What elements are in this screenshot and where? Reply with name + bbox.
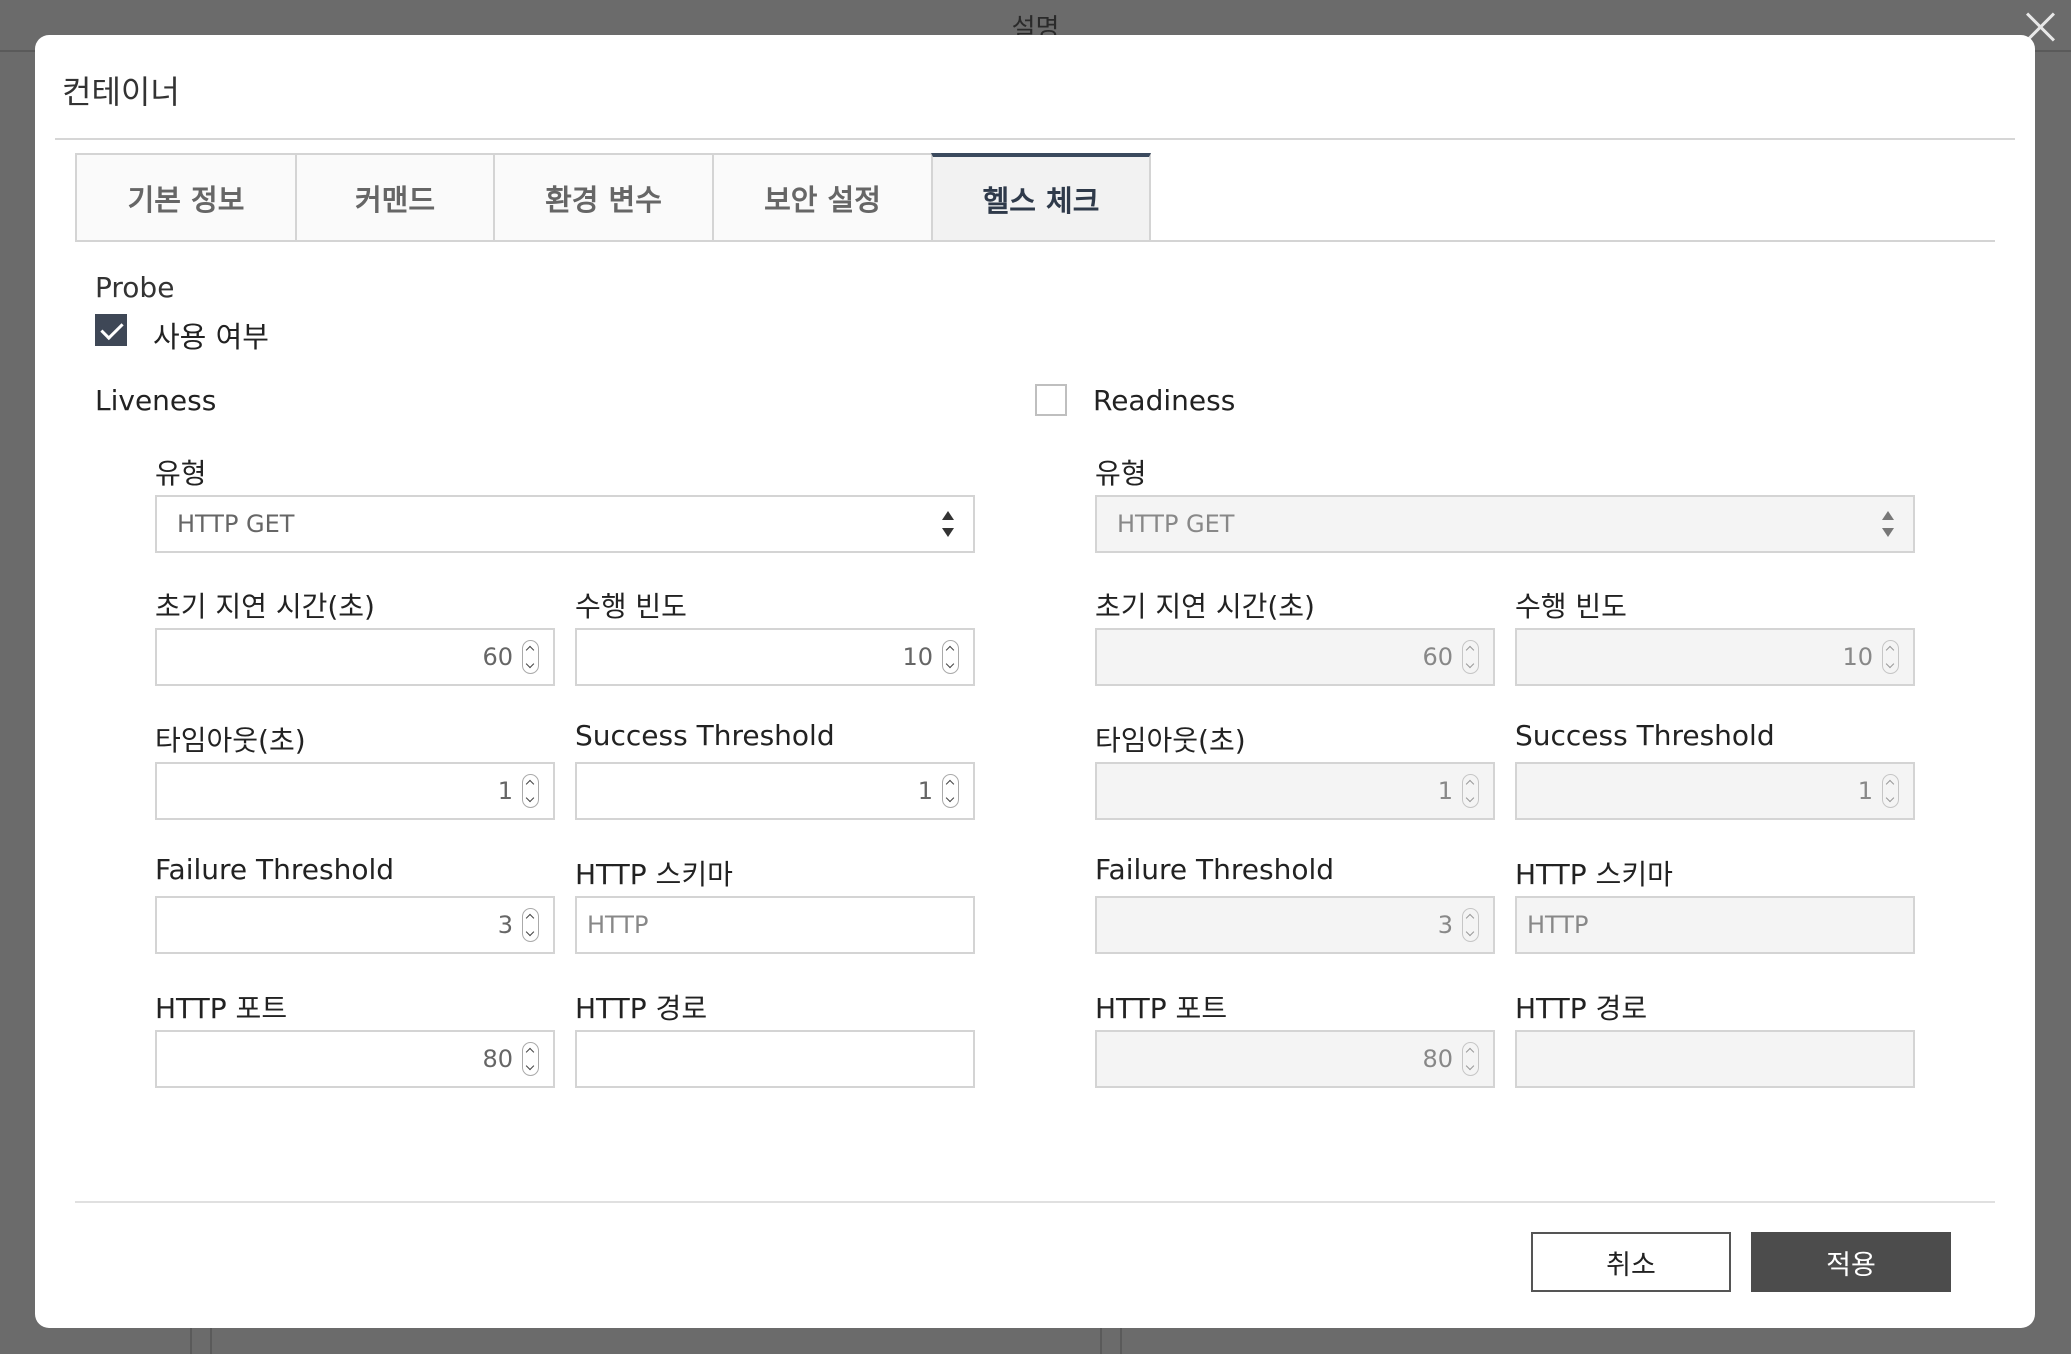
liveness-initial-delay-value: 60 bbox=[482, 643, 513, 671]
liveness-path-label: HTTP 경로 bbox=[575, 992, 708, 1025]
probe-label: Probe bbox=[95, 271, 175, 304]
readiness-path-input bbox=[1515, 1030, 1915, 1088]
liveness-timeout-label: 타임아웃(초) bbox=[155, 724, 306, 757]
readiness-initial-delay-label: 초기 지연 시간(초) bbox=[1095, 590, 1315, 623]
spinner-icon bbox=[1882, 774, 1899, 808]
tab-divider bbox=[75, 240, 1995, 242]
spinner-icon bbox=[1462, 1042, 1479, 1076]
liveness-success-input[interactable]: 1 bbox=[575, 762, 975, 820]
readiness-success-label: Success Threshold bbox=[1515, 719, 1775, 752]
tab-command[interactable]: 커맨드 bbox=[295, 153, 493, 242]
spinner-icon bbox=[1882, 640, 1899, 674]
dialog-title: 컨테이너 bbox=[62, 73, 180, 111]
readiness-scheme-input: HTTP bbox=[1515, 896, 1915, 954]
liveness-label: Liveness bbox=[95, 384, 217, 417]
readiness-label: Readiness bbox=[1093, 384, 1236, 417]
liveness-scheme-label: HTTP 스키마 bbox=[575, 858, 733, 891]
liveness-initial-delay-input[interactable]: 60 bbox=[155, 628, 555, 686]
spinner-icon[interactable] bbox=[522, 640, 539, 674]
spinner-icon bbox=[1462, 774, 1479, 808]
tab-env-vars[interactable]: 환경 변수 bbox=[493, 153, 712, 242]
probe-enable-label: 사용 여부 bbox=[153, 320, 269, 354]
liveness-failure-value: 3 bbox=[497, 911, 513, 939]
liveness-type-value: HTTP GET bbox=[177, 510, 295, 538]
liveness-port-input[interactable]: 80 bbox=[155, 1030, 555, 1088]
liveness-port-value: 80 bbox=[482, 1045, 513, 1073]
background-divider bbox=[2035, 50, 2071, 52]
readiness-type-select: HTTP GET bbox=[1095, 495, 1915, 553]
spinner-icon[interactable] bbox=[522, 908, 539, 942]
readiness-scheme-label: HTTP 스키마 bbox=[1515, 858, 1673, 891]
readiness-period-value: 10 bbox=[1842, 643, 1873, 671]
readiness-path-label: HTTP 경로 bbox=[1515, 992, 1648, 1025]
liveness-timeout-value: 1 bbox=[497, 777, 513, 805]
readiness-timeout-value: 1 bbox=[1437, 777, 1453, 805]
cancel-button[interactable]: 취소 bbox=[1531, 1232, 1731, 1292]
background-divider bbox=[0, 50, 35, 52]
liveness-port-label: HTTP 포트 bbox=[155, 992, 288, 1025]
liveness-scheme-input[interactable]: HTTP bbox=[575, 896, 975, 954]
spinner-icon bbox=[1462, 640, 1479, 674]
select-arrows-icon bbox=[1881, 511, 1895, 537]
tab-security[interactable]: 보안 설정 bbox=[712, 153, 931, 242]
spinner-icon bbox=[1462, 908, 1479, 942]
readiness-initial-delay-input: 60 bbox=[1095, 628, 1495, 686]
readiness-initial-delay-value: 60 bbox=[1422, 643, 1453, 671]
liveness-period-input[interactable]: 10 bbox=[575, 628, 975, 686]
readiness-port-value: 80 bbox=[1422, 1045, 1453, 1073]
container-dialog: 컨테이너 기본 정보 커맨드 환경 변수 보안 설정 헬스 체크 Probe 사… bbox=[35, 35, 2035, 1328]
readiness-timeout-input: 1 bbox=[1095, 762, 1495, 820]
readiness-failure-label: Failure Threshold bbox=[1095, 853, 1335, 886]
readiness-failure-input: 3 bbox=[1095, 896, 1495, 954]
liveness-period-label: 수행 빈도 bbox=[575, 590, 687, 623]
spinner-icon[interactable] bbox=[942, 640, 959, 674]
readiness-port-label: HTTP 포트 bbox=[1095, 992, 1228, 1025]
readiness-success-value: 1 bbox=[1857, 777, 1873, 805]
readiness-type-value: HTTP GET bbox=[1117, 510, 1235, 538]
readiness-timeout-label: 타임아웃(초) bbox=[1095, 724, 1246, 757]
tab-basic-info[interactable]: 기본 정보 bbox=[75, 153, 295, 242]
liveness-period-value: 10 bbox=[902, 643, 933, 671]
spinner-icon[interactable] bbox=[522, 1042, 539, 1076]
tab-bar: 기본 정보 커맨드 환경 변수 보안 설정 헬스 체크 bbox=[75, 153, 1151, 242]
liveness-type-select[interactable]: HTTP GET bbox=[155, 495, 975, 553]
spinner-icon[interactable] bbox=[522, 774, 539, 808]
readiness-period-label: 수행 빈도 bbox=[1515, 590, 1627, 623]
footer-divider bbox=[75, 1201, 1995, 1203]
liveness-scheme-placeholder: HTTP bbox=[587, 911, 649, 939]
liveness-initial-delay-label: 초기 지연 시간(초) bbox=[155, 590, 375, 623]
liveness-type-label: 유형 bbox=[155, 457, 207, 490]
title-divider bbox=[55, 138, 2015, 140]
spinner-icon[interactable] bbox=[942, 774, 959, 808]
readiness-success-input: 1 bbox=[1515, 762, 1915, 820]
select-arrows-icon bbox=[941, 511, 955, 537]
readiness-type-label: 유형 bbox=[1095, 457, 1147, 490]
tab-health-check[interactable]: 헬스 체크 bbox=[931, 153, 1151, 242]
liveness-success-label: Success Threshold bbox=[575, 719, 835, 752]
liveness-failure-label: Failure Threshold bbox=[155, 853, 395, 886]
readiness-failure-value: 3 bbox=[1437, 911, 1453, 939]
readiness-period-input: 10 bbox=[1515, 628, 1915, 686]
readiness-port-input: 80 bbox=[1095, 1030, 1495, 1088]
liveness-failure-input[interactable]: 3 bbox=[155, 896, 555, 954]
apply-button[interactable]: 적용 bbox=[1751, 1232, 1951, 1292]
liveness-success-value: 1 bbox=[917, 777, 933, 805]
liveness-timeout-input[interactable]: 1 bbox=[155, 762, 555, 820]
liveness-path-input[interactable] bbox=[575, 1030, 975, 1088]
readiness-checkbox[interactable] bbox=[1035, 384, 1067, 416]
readiness-scheme-placeholder: HTTP bbox=[1527, 911, 1589, 939]
probe-enable-checkbox[interactable] bbox=[95, 314, 127, 346]
